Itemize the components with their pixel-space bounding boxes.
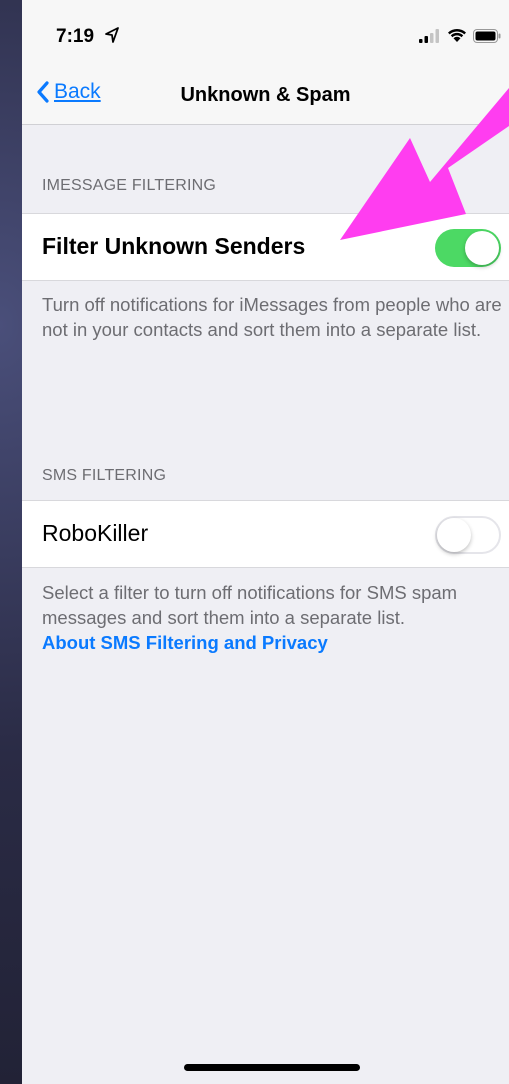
navigation-bar: Back Unknown & Spam [22,72,509,125]
status-bar: 7:19 [22,0,509,72]
sms-footer-description: Select a filter to turn off notification… [42,582,458,628]
sms-filtering-footer: Select a filter to turn off notification… [42,580,502,655]
page-title: Unknown & Spam [180,84,351,106]
toggle-knob [465,231,499,265]
status-time: 7:19 [56,26,95,47]
imessage-filtering-footer: Turn off notifications for iMessages fro… [42,294,502,340]
location-arrow-icon [105,27,119,43]
imessage-filtering-header: IMESSAGE FILTERING [42,177,216,194]
phone-screen: 7:19 Back Unknown & Spam IMESSAGE FILTER… [22,0,509,1084]
toggle-knob [437,518,471,552]
sms-filtering-header: SMS FILTERING [42,467,167,484]
about-sms-filtering-link[interactable]: About SMS Filtering and Privacy [42,630,502,655]
filter-unknown-senders-label: Filter Unknown Senders [42,233,306,259]
battery-icon [473,28,501,43]
robokiller-toggle[interactable] [435,516,501,554]
filter-unknown-senders-toggle[interactable] [435,229,501,267]
robokiller-label: RoboKiller [42,520,149,546]
home-indicator[interactable] [184,1064,360,1071]
status-icons [419,28,501,43]
robokiller-row[interactable]: RoboKiller [22,500,509,568]
wifi-icon [448,28,466,42]
signal-icon [419,28,439,43]
filter-unknown-senders-row[interactable]: Filter Unknown Senders [22,213,509,281]
